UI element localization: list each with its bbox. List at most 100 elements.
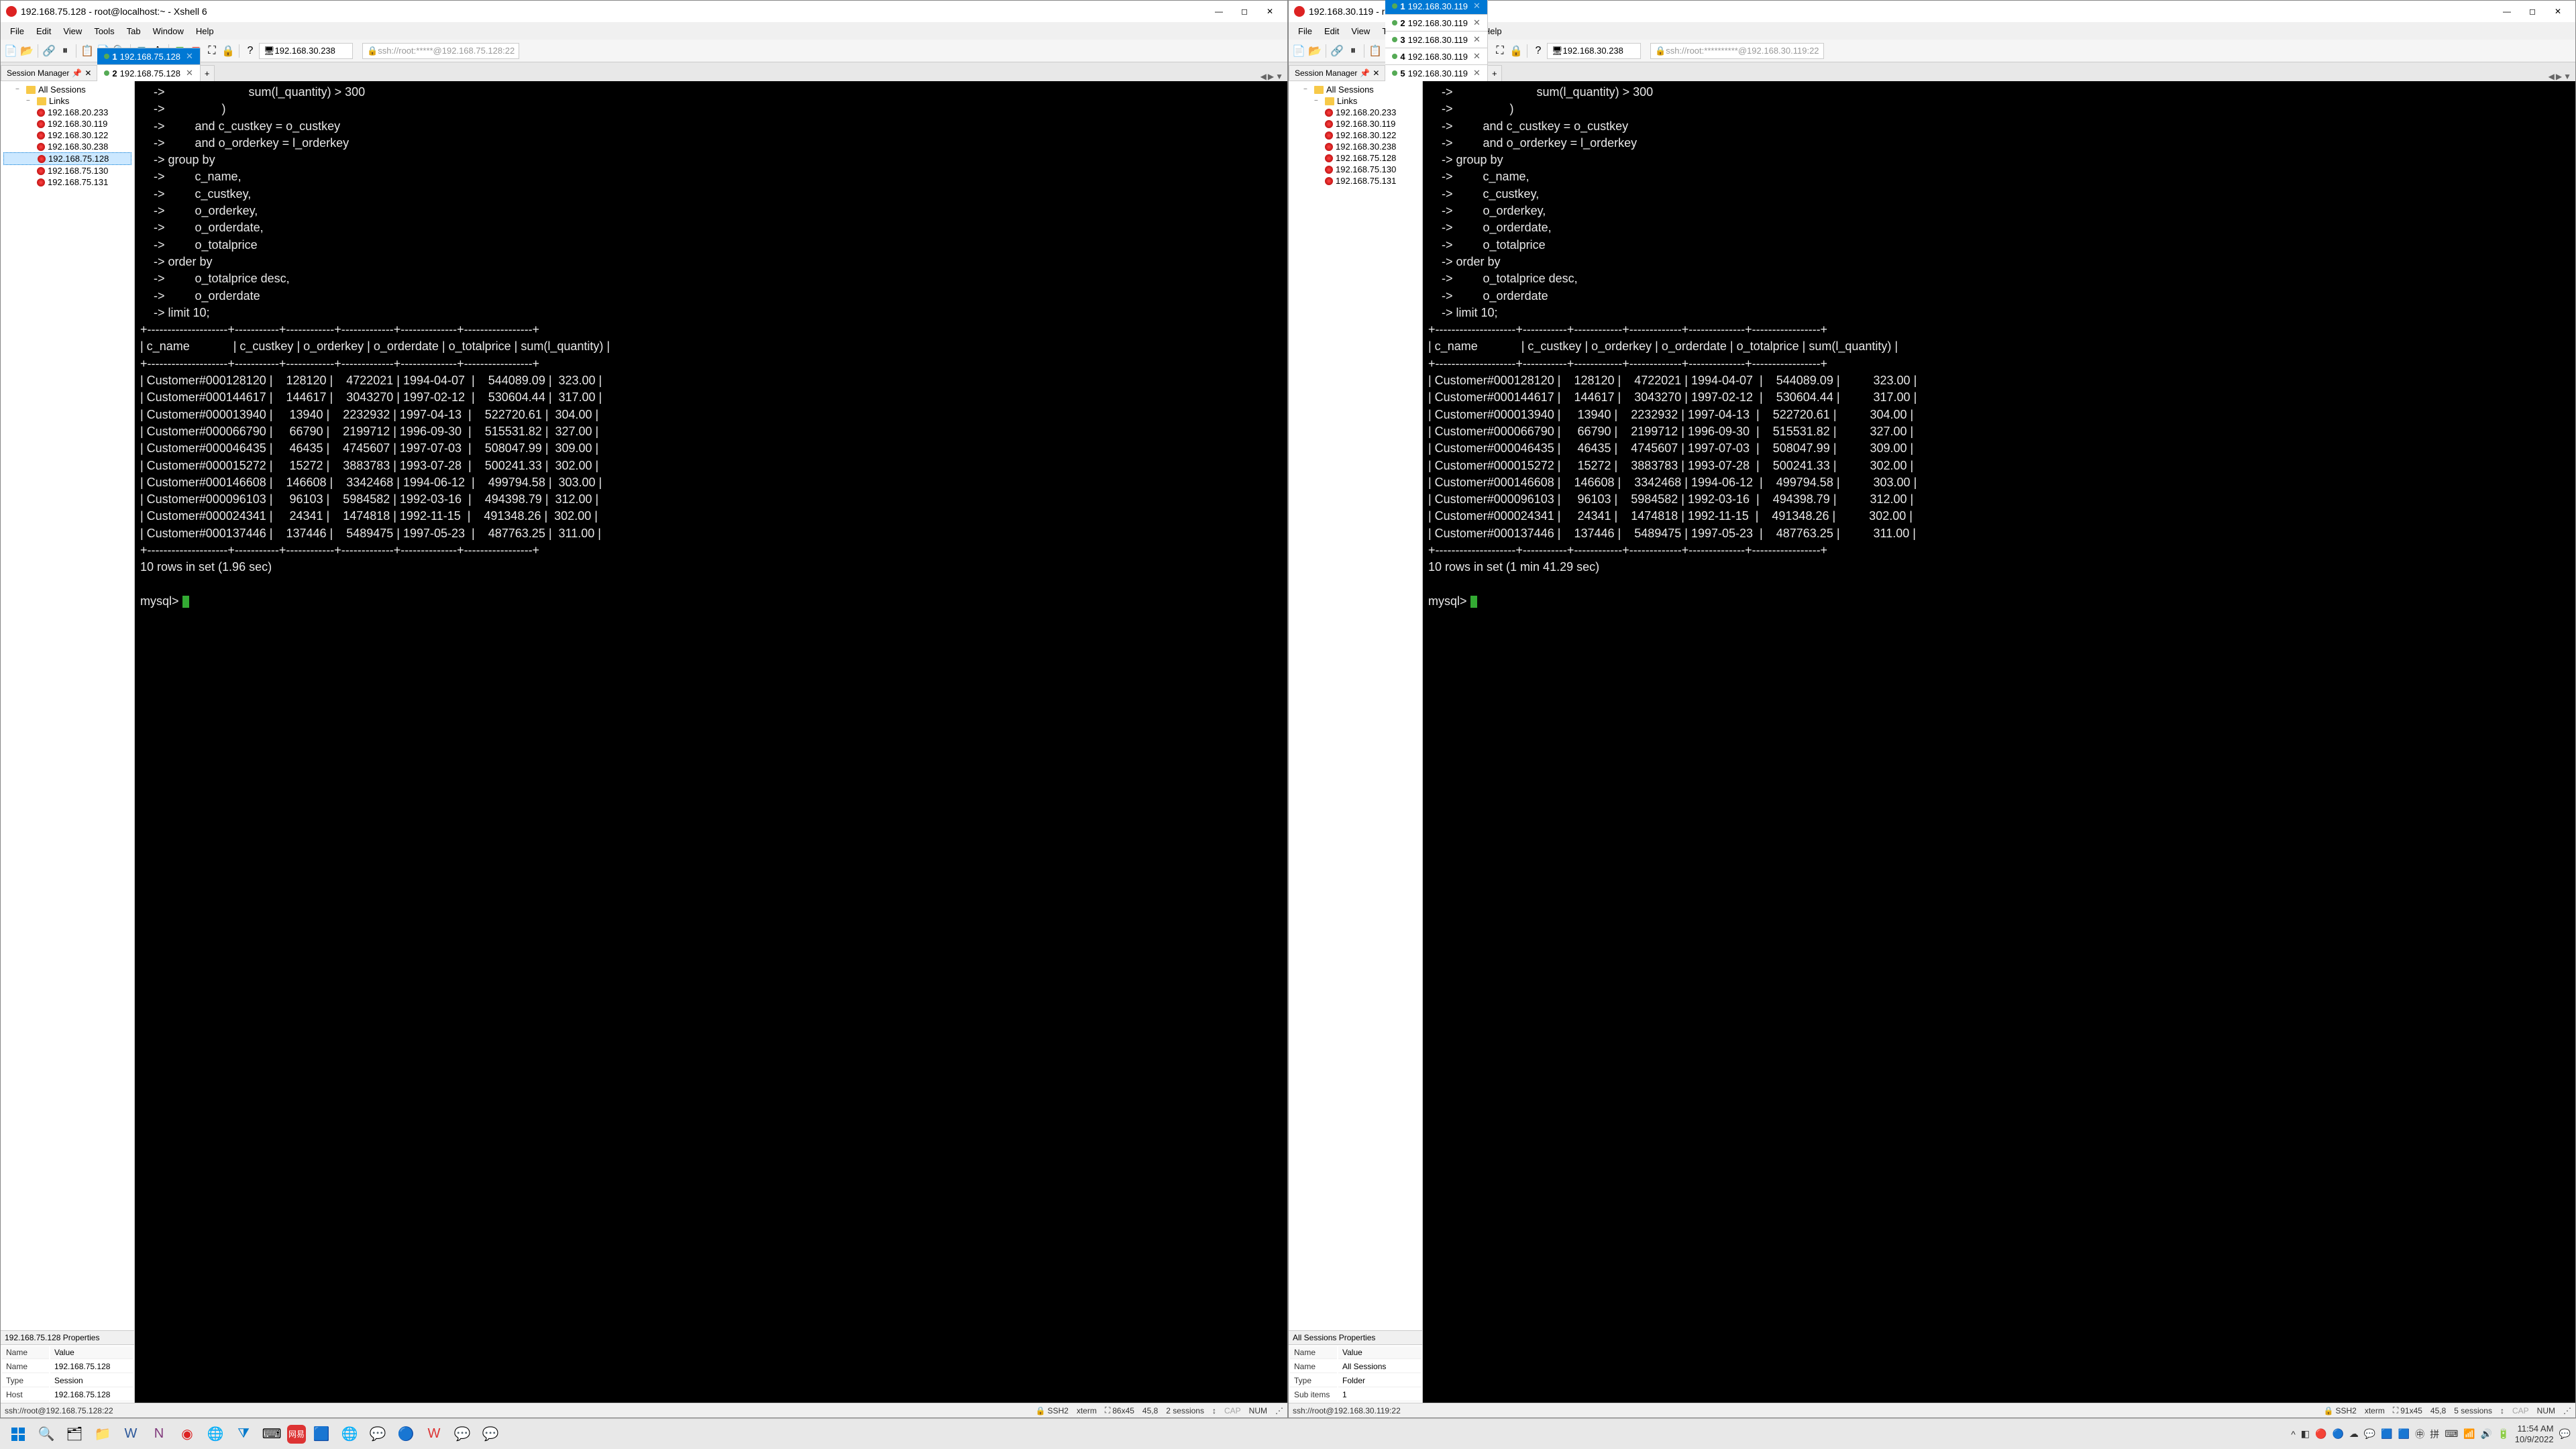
titlebar[interactable]: 192.168.75.128 - root@localhost:~ - Xshe… (1, 1, 1287, 22)
tree-all-sessions[interactable]: −All Sessions (1291, 84, 1419, 95)
session-tab[interactable]: 2 192.168.30.119✕ (1385, 14, 1488, 31)
session-tab[interactable]: 4 192.168.30.119✕ (1385, 48, 1488, 64)
explorer-icon[interactable]: 🗂 (62, 1421, 87, 1447)
tray-app-icon[interactable]: 🔵 (2332, 1428, 2343, 1440)
app2-icon[interactable]: 💬 (365, 1421, 390, 1447)
open-icon[interactable]: 📂 (19, 44, 34, 58)
copy-icon[interactable]: 📋 (1368, 44, 1383, 58)
tray-keyboard-icon[interactable]: ⌨ (2445, 1428, 2458, 1440)
session-tab[interactable]: 1 192.168.30.119✕ (1385, 0, 1488, 14)
help-icon[interactable]: ? (1531, 44, 1546, 58)
tree-server-item[interactable]: 192.168.30.119 (1291, 118, 1419, 129)
session-manager-label[interactable]: Session Manager 📌✕ (1, 65, 97, 81)
tab-list-icon[interactable]: ▼ (1275, 72, 1283, 81)
menu-file[interactable]: File (1293, 25, 1318, 38)
menu-file[interactable]: File (5, 25, 30, 38)
close-button[interactable]: ✕ (1258, 2, 1282, 21)
new-tab-button[interactable]: + (1488, 65, 1502, 81)
terminal[interactable]: -> sum(l_quantity) > 300 -> ) -> and c_c… (1423, 81, 2575, 1403)
fullscreen-icon[interactable]: ⛶ (205, 44, 219, 58)
tray-onedrive-icon[interactable]: ☁ (2349, 1428, 2359, 1440)
xshell-icon[interactable]: ◉ (174, 1421, 200, 1447)
tree-all-sessions[interactable]: −All Sessions (3, 84, 131, 95)
tab-next-icon[interactable]: ▶ (2556, 72, 2562, 81)
tray-app-icon[interactable]: 🟦 (2398, 1428, 2410, 1440)
session-tree[interactable]: −All Sessions −Links 192.168.20.233192.1… (1, 81, 134, 1330)
tree-server-item[interactable]: 192.168.20.233 (1291, 107, 1419, 118)
tree-server-item[interactable]: 192.168.30.122 (1291, 129, 1419, 141)
tree-server-item[interactable]: 192.168.30.119 (3, 118, 131, 129)
tray-ime-mode[interactable]: 拼 (2430, 1428, 2439, 1441)
terminal-icon[interactable]: ⌨ (259, 1421, 284, 1447)
terminal[interactable]: -> sum(l_quantity) > 300 -> ) -> and c_c… (135, 81, 1287, 1403)
windows-taskbar[interactable]: 🔍 🗂 📁 W N ◉ 🌐 ⧩ ⌨ 网易 🟦 🌐 💬 🔵 W 💬 💬 ^ ◧ 🔴… (0, 1418, 2576, 1449)
taskbar-clock[interactable]: 11:54 AM 10/9/2022 (2515, 1424, 2554, 1444)
new-tab-button[interactable]: + (201, 65, 215, 81)
app3-icon[interactable]: 🔵 (393, 1421, 419, 1447)
tree-server-item[interactable]: 192.168.30.122 (3, 129, 131, 141)
dingtalk-icon[interactable]: 💬 (449, 1421, 475, 1447)
menu-edit[interactable]: Edit (1319, 25, 1344, 38)
edge-icon[interactable]: 🟦 (309, 1421, 334, 1447)
tab-prev-icon[interactable]: ◀ (2548, 72, 2555, 81)
tree-server-item[interactable]: 192.168.30.238 (3, 141, 131, 152)
tab-prev-icon[interactable]: ◀ (1260, 72, 1267, 81)
address-sshbar[interactable]: 🔒 ssh://root:*****@192.168.75.128:22 (362, 43, 519, 59)
menu-help[interactable]: Help (191, 25, 219, 38)
wps-icon[interactable]: W (421, 1421, 447, 1447)
menu-window[interactable]: Window (148, 25, 189, 38)
address-hostbar[interactable]: 🖥 192.168.30.238 (1547, 43, 1641, 59)
open-icon[interactable]: 📂 (1307, 44, 1322, 58)
address-sshbar[interactable]: 🔒 ssh://root:**********@192.168.30.119:2… (1650, 43, 1824, 59)
notifications-icon[interactable]: 💬 (2559, 1428, 2571, 1440)
session-tree[interactable]: −All Sessions −Links 192.168.20.233192.1… (1289, 81, 1422, 1330)
lock-icon[interactable]: 🔒 (221, 44, 235, 58)
tree-server-item[interactable]: 192.168.30.238 (1291, 141, 1419, 152)
tree-server-item[interactable]: 192.168.75.128 (3, 152, 131, 165)
tab-list-icon[interactable]: ▼ (2563, 72, 2571, 81)
tree-links[interactable]: −Links (1291, 95, 1419, 107)
reconnect-icon[interactable]: 🔗 (42, 44, 56, 58)
tray-battery-icon[interactable]: 🔋 (2498, 1428, 2509, 1440)
menu-tools[interactable]: Tools (89, 25, 119, 38)
vscode-icon[interactable]: ⧩ (231, 1421, 256, 1447)
netease-icon[interactable]: 网易 (287, 1425, 306, 1444)
tree-server-item[interactable]: 192.168.75.130 (3, 165, 131, 176)
session-tab[interactable]: 5 192.168.30.119✕ (1385, 64, 1488, 81)
tray-app-icon[interactable]: 🔴 (2315, 1428, 2326, 1440)
tray-app-icon[interactable]: 🟦 (2381, 1428, 2392, 1440)
tree-server-item[interactable]: 192.168.75.130 (1291, 164, 1419, 175)
maximize-button[interactable]: ◻ (2520, 2, 2544, 21)
file-explorer-icon[interactable]: 📁 (90, 1421, 115, 1447)
close-button[interactable]: ✕ (2546, 2, 2570, 21)
menu-tab[interactable]: Tab (121, 25, 146, 38)
system-tray[interactable]: ^ ◧ 🔴 🔵 ☁ 💬 🟦 🟦 ㊥ 拼 ⌨ 📶 🔊 🔋 11:54 AM 10/… (2291, 1424, 2571, 1444)
word-icon[interactable]: W (118, 1421, 144, 1447)
session-tab[interactable]: 3 192.168.30.119✕ (1385, 31, 1488, 48)
menu-view[interactable]: View (1346, 25, 1375, 38)
tray-ime-icon[interactable]: ㊥ (2415, 1428, 2424, 1441)
lock-icon[interactable]: 🔒 (1509, 44, 1523, 58)
tree-server-item[interactable]: 192.168.75.131 (3, 176, 131, 188)
session-tab[interactable]: 2 192.168.75.128✕ (97, 64, 201, 81)
new-session-icon[interactable]: 📄 (3, 44, 18, 58)
tree-links[interactable]: −Links (3, 95, 131, 107)
disconnect-icon[interactable]: ⏸ (1346, 44, 1360, 58)
search-icon[interactable]: 🔍 (34, 1421, 59, 1447)
wechat-icon[interactable]: 💬 (478, 1421, 503, 1447)
tree-server-item[interactable]: 192.168.75.131 (1291, 175, 1419, 186)
fullscreen-icon[interactable]: ⛶ (1493, 44, 1507, 58)
tray-volume-icon[interactable]: 🔊 (2481, 1428, 2492, 1440)
minimize-button[interactable]: — (2495, 2, 2519, 21)
minimize-button[interactable]: — (1207, 2, 1231, 21)
help-icon[interactable]: ? (243, 44, 258, 58)
reconnect-icon[interactable]: 🔗 (1330, 44, 1344, 58)
tray-wifi-icon[interactable]: 📶 (2463, 1428, 2475, 1440)
tray-wechat-icon[interactable]: 💬 (2364, 1428, 2375, 1440)
menu-view[interactable]: View (58, 25, 87, 38)
session-tab[interactable]: 1 192.168.75.128✕ (97, 48, 201, 64)
copy-icon[interactable]: 📋 (80, 44, 95, 58)
disconnect-icon[interactable]: ⏸ (58, 44, 72, 58)
tree-server-item[interactable]: 192.168.20.233 (3, 107, 131, 118)
tray-chevron-icon[interactable]: ^ (2291, 1429, 2296, 1440)
